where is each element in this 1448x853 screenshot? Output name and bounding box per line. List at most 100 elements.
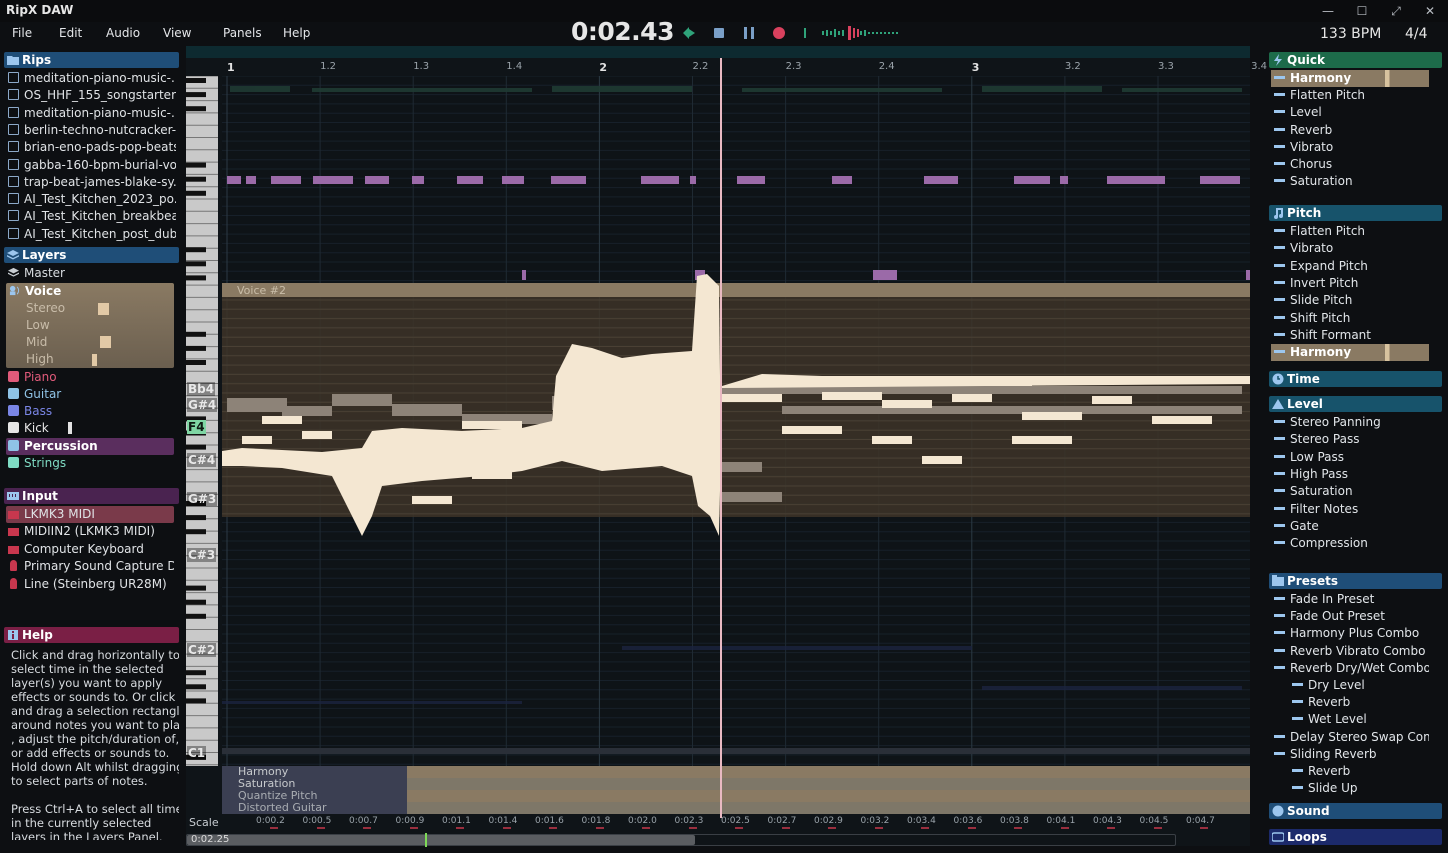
preset-item-slide-up[interactable]: Slide Up [1289,780,1429,797]
loops-header[interactable]: Loops [1269,829,1442,845]
sound-header[interactable]: Sound [1269,803,1442,819]
pitch-item-slide-pitch[interactable]: Slide Pitch [1271,292,1429,309]
rip-item[interactable]: gabba-160-bpm-burial-vo... [8,157,176,174]
menu-view[interactable]: View [163,26,191,40]
pitch-item-harmony[interactable]: Harmony [1271,344,1429,362]
pause-icon[interactable] [741,25,757,41]
voice-layer-group[interactable]: Voice Stereo Low Mid High [6,283,174,368]
layer-master[interactable]: Master [8,265,178,282]
pitch-item-invert-pitch[interactable]: Invert Pitch [1271,275,1429,292]
level-item-filter-notes[interactable]: Filter Notes [1271,501,1429,518]
menu-file[interactable]: File [12,26,32,40]
rip-item[interactable]: meditation-piano-music-... [8,70,176,87]
rip-item[interactable]: AI_Test_Kitchen_2023_po... [8,191,176,208]
lane-saturation[interactable]: Saturation [222,778,1250,790]
help-header[interactable]: Help [4,627,179,643]
input-item[interactable]: Computer Keyboard [6,541,174,558]
level-item-saturation[interactable]: Saturation [1271,483,1429,500]
fullscreen-icon[interactable]: ⤢ [1386,3,1406,19]
quick-item-reverb[interactable]: Reverb [1271,122,1429,139]
input-header[interactable]: Input [4,488,179,504]
record-icon[interactable] [771,25,787,41]
bar-ruler[interactable]: 1 1.2 1.3 1.4 2 2.2 2.3 2.4 3 3.2 3.3 3.4 [186,58,1267,76]
layer-kick[interactable]: Kick [8,420,174,437]
preset-item-wet-level[interactable]: Wet Level [1289,711,1429,728]
pitch-item-expand-pitch[interactable]: Expand Pitch [1271,258,1429,275]
loop-icon[interactable] [681,25,697,41]
mid-level-knob[interactable] [100,336,111,348]
quick-item-chorus[interactable]: Chorus [1271,156,1429,173]
rip-item[interactable]: brian-eno-pads-pop-beats... [8,139,176,156]
preset-item-dry-level[interactable]: Dry Level [1289,677,1429,694]
layer-piano[interactable]: Piano [8,369,174,386]
menu-help[interactable]: Help [283,26,310,40]
level-item-stereo-pass[interactable]: Stereo Pass [1271,431,1429,448]
pitch-item-vibrato[interactable]: Vibrato [1271,240,1429,257]
quick-item-level[interactable]: Level [1271,104,1429,121]
preset-item-sliding-reverb[interactable]: Sliding Reverb [1271,746,1429,763]
layer-percussion[interactable]: Percussion [6,438,174,455]
stereo-level-knob[interactable] [98,303,109,315]
pitch-item-shift-formant[interactable]: Shift Formant [1271,327,1429,344]
lane-quantize-pitch[interactable]: Quantize Pitch [222,790,1250,802]
scale-label[interactable]: Scale [189,816,219,829]
input-item[interactable]: LKMK3 MIDI [6,506,174,523]
rips-header[interactable]: Rips [4,52,179,68]
menu-edit[interactable]: Edit [59,26,82,40]
rip-item[interactable]: meditation-piano-music-... [8,105,176,122]
horizontal-scrollbar[interactable]: 0:02.25 [186,833,1176,847]
rip-item[interactable]: AI_Test_Kitchen_post_dub... [8,226,176,243]
rip-item[interactable]: AI_Test_Kitchen_breakbea... [8,208,176,225]
quick-item-vibrato[interactable]: Vibrato [1271,139,1429,156]
time-header[interactable]: Time [1269,371,1442,387]
kick-level-knob[interactable] [68,422,72,434]
input-item[interactable]: MIDIIN2 (LKMK3 MIDI) [6,523,174,540]
layers-header[interactable]: Layers [4,247,179,263]
level-item-compression[interactable]: Compression [1271,535,1429,552]
effect-lanes[interactable]: Harmony Saturation Quantize Pitch Distor… [222,766,1250,816]
quick-item-harmony[interactable]: Harmony [1271,70,1429,87]
menu-panels[interactable]: Panels [223,26,262,40]
level-item-low-pass[interactable]: Low Pass [1271,449,1429,466]
editor-overview-strip[interactable] [186,46,1250,58]
lane-harmony[interactable]: Harmony [222,766,1250,778]
menu-audio[interactable]: Audio [106,26,140,40]
high-level-knob[interactable] [92,354,97,366]
time-signature-display[interactable]: 4/4 [1405,26,1428,42]
preset-item-reverb[interactable]: Reverb [1289,694,1429,711]
layer-guitar[interactable]: Guitar [8,386,174,403]
pitch-item-flatten-pitch[interactable]: Flatten Pitch [1271,223,1429,240]
note-editor[interactable]: 1 1.2 1.3 1.4 2 2.2 2.3 2.4 3 3.2 3.3 3.4 Bb4 G#4 F4 C… [186,46,1267,847]
layer-bass[interactable]: Bass [8,403,174,420]
rip-item[interactable]: trap-beat-james-blake-sy... [8,174,176,191]
layer-strings[interactable]: Strings [8,455,174,472]
level-item-stereo-panning[interactable]: Stereo Panning [1271,414,1429,431]
preset-item-fade-in-preset[interactable]: Fade In Preset [1271,591,1429,608]
preset-item-fade-out-preset[interactable]: Fade Out Preset [1271,608,1429,625]
presets-header[interactable]: Presets [1269,573,1442,589]
close-icon[interactable]: ✕ [1420,3,1440,19]
scrollbar-thumb[interactable] [187,835,695,845]
layer-voice[interactable]: Voice [9,283,169,300]
level-item-high-pass[interactable]: High Pass [1271,466,1429,483]
stop-icon[interactable] [711,25,727,41]
piano-roll[interactable]: Voice #2 [222,76,1250,766]
preset-item-reverb-dry-wet-combo[interactable]: Reverb Dry/Wet Combo [1271,660,1429,677]
voice-sub-stereo[interactable]: Stereo [26,300,166,317]
quick-header[interactable]: Quick [1269,52,1442,68]
quick-item-flatten-pitch[interactable]: Flatten Pitch [1271,87,1429,104]
level-item-gate[interactable]: Gate [1271,518,1429,535]
piano-keyboard[interactable]: Bb4 G#4 F4 C#4 G#3 C#3 C#2 C1 [186,75,218,766]
playhead[interactable] [720,58,722,818]
voice-sub-mid[interactable]: Mid [26,334,166,351]
time-axis[interactable]: Scale 0:00.2 0:00.5 0:00.7 0:00.9 0:01.1 0:01… [186,816,1250,830]
rip-item[interactable]: berlin-techno-nutcracker-... [8,122,176,139]
lane-distorted-guitar[interactable]: Distorted Guitar [222,802,1250,814]
preset-item-harmony-plus-combo[interactable]: Harmony Plus Combo [1271,625,1429,642]
preset-item-reverb[interactable]: Reverb [1289,763,1429,780]
pitch-item-shift-pitch[interactable]: Shift Pitch [1271,310,1429,327]
bpm-display[interactable]: 133 BPM [1320,26,1381,42]
input-item[interactable]: Primary Sound Capture Dr... [6,558,174,575]
pitch-header[interactable]: Pitch [1269,205,1442,221]
preset-item-reverb-vibrato-combo[interactable]: Reverb Vibrato Combo [1271,643,1429,660]
